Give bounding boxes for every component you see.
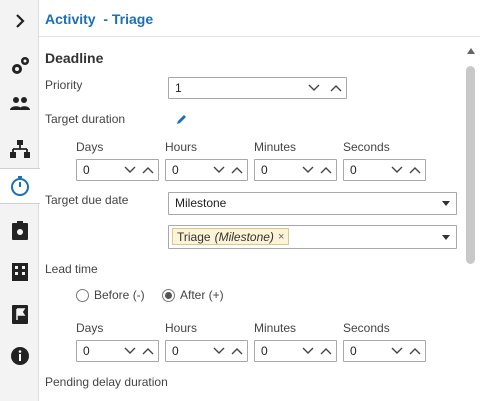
panel-title: Activity - Triage: [45, 11, 154, 27]
people-icon: [9, 97, 30, 110]
lead-after-radio[interactable]: [162, 289, 175, 302]
caret-down-icon: [442, 201, 450, 206]
chevron-up-icon[interactable]: [408, 162, 422, 178]
lead-days-label: Days: [76, 321, 104, 335]
header-divider: [39, 36, 480, 37]
due-date-type-value: Milestone: [175, 196, 227, 210]
lead-seconds-value: 0: [350, 344, 357, 358]
gears-icon: [11, 57, 29, 74]
rail-clipboard-button[interactable]: [0, 212, 39, 248]
scroll-up-arrow-icon[interactable]: [467, 48, 475, 54]
lead-minutes-stepper[interactable]: 0: [254, 340, 337, 362]
building-icon: [11, 263, 28, 281]
clipboard-gear-icon: [11, 221, 28, 240]
section-title: Deadline: [45, 50, 104, 66]
duration-hours-label: Hours: [165, 140, 198, 154]
duration-minutes-label: Minutes: [254, 140, 297, 154]
vertical-scrollbar[interactable]: [466, 44, 476, 401]
priority-label: Priority: [45, 78, 83, 92]
duration-days-label: Days: [76, 140, 104, 154]
lead-hours-label: Hours: [165, 321, 198, 335]
duration-minutes-stepper[interactable]: 0: [254, 159, 337, 181]
flag-doc-icon: [11, 305, 28, 324]
lead-before-label[interactable]: Before (-): [94, 288, 145, 302]
chevron-down-icon[interactable]: [212, 343, 226, 359]
duration-days-stepper[interactable]: 0: [76, 159, 159, 181]
chevron-down-icon[interactable]: [301, 343, 315, 359]
rail-settings-button[interactable]: [0, 48, 39, 84]
scrollbar-thumb[interactable]: [466, 66, 475, 264]
due-date-type-select[interactable]: Milestone: [168, 192, 457, 215]
org-chart-icon: [9, 140, 30, 158]
lead-after-label[interactable]: After (+): [180, 288, 224, 302]
duration-seconds-value: 0: [350, 163, 357, 177]
stopwatch-icon: [11, 176, 29, 196]
milestone-tag-detail: (Milestone): [214, 229, 274, 244]
chevron-down-icon[interactable]: [390, 162, 404, 178]
milestone-multiselect[interactable]: Triage (Milestone) ×: [168, 225, 457, 249]
rail-building-button[interactable]: [0, 253, 39, 289]
edit-pencil-icon[interactable]: [175, 113, 188, 126]
rail-deadline-button[interactable]: [0, 168, 40, 204]
chevron-up-icon[interactable]: [230, 162, 244, 178]
tag-remove-icon[interactable]: ×: [278, 231, 284, 243]
chevron-down-icon[interactable]: [301, 162, 315, 178]
target-duration-label: Target duration: [45, 112, 126, 126]
lead-days-value: 0: [83, 344, 90, 358]
expand-button[interactable]: [0, 3, 39, 39]
chevron-up-icon[interactable]: [319, 162, 333, 178]
priority-stepper[interactable]: 1: [168, 77, 347, 99]
lead-hours-value: 0: [172, 344, 179, 358]
chevron-down-icon[interactable]: [123, 162, 137, 178]
chevron-up-icon[interactable]: [141, 343, 155, 359]
chevron-up-icon[interactable]: [319, 343, 333, 359]
rail-people-button[interactable]: [0, 86, 39, 122]
lead-seconds-label: Seconds: [343, 321, 390, 335]
chevron-up-icon[interactable]: [141, 162, 155, 178]
chevron-down-icon[interactable]: [390, 343, 404, 359]
duration-seconds-label: Seconds: [343, 140, 390, 154]
rail-info-button[interactable]: [0, 338, 39, 374]
milestone-tag-name: Triage: [177, 229, 211, 244]
lead-time-label: Lead time: [45, 262, 98, 276]
lead-seconds-stepper[interactable]: 0: [343, 340, 426, 362]
chevron-up-icon[interactable]: [230, 343, 244, 359]
duration-minutes-value: 0: [261, 163, 268, 177]
chevron-down-icon[interactable]: [123, 343, 137, 359]
info-icon: [10, 347, 29, 365]
lead-before-radio[interactable]: [76, 289, 89, 302]
chevron-up-icon[interactable]: [408, 343, 422, 359]
lead-days-stepper[interactable]: 0: [76, 340, 159, 362]
milestone-tag: Triage (Milestone) ×: [172, 228, 290, 245]
rail-flag-button[interactable]: [0, 296, 39, 332]
chevron-down-icon[interactable]: [307, 80, 321, 96]
chevron-up-icon[interactable]: [329, 80, 343, 96]
pending-delay-label: Pending delay duration: [45, 375, 168, 389]
duration-seconds-stepper[interactable]: 0: [343, 159, 426, 181]
chevron-right-icon: [15, 14, 25, 28]
lead-hours-stepper[interactable]: 0: [165, 340, 248, 362]
priority-value: 1: [175, 81, 182, 95]
caret-down-icon[interactable]: [442, 235, 450, 240]
lead-minutes-value: 0: [261, 344, 268, 358]
lead-minutes-label: Minutes: [254, 321, 297, 335]
duration-hours-value: 0: [172, 163, 179, 177]
chevron-down-icon[interactable]: [212, 162, 226, 178]
target-due-date-label: Target due date: [45, 193, 129, 207]
rail-orgchart-button[interactable]: [0, 131, 39, 167]
duration-hours-stepper[interactable]: 0: [165, 159, 248, 181]
side-rail: [0, 0, 40, 401]
duration-days-value: 0: [83, 163, 90, 177]
